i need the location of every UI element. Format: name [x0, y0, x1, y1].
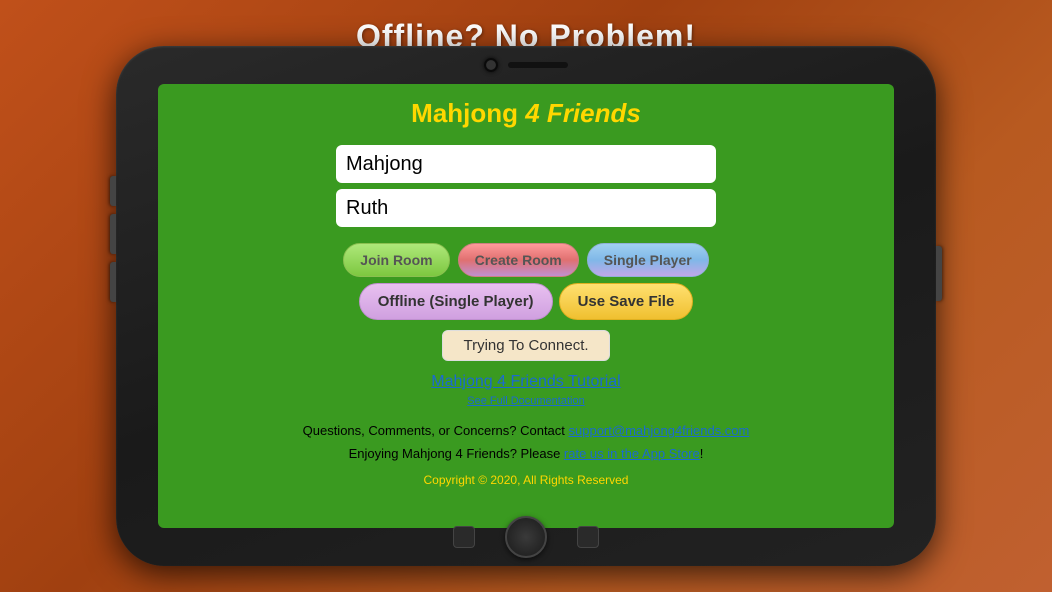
contact-prefix: Questions, Comments, or Concerns? Contac… [303, 423, 569, 438]
support-email-link[interactable]: support@mahjong4friends.com [569, 423, 750, 438]
phone-bottom-area [453, 516, 599, 558]
status-text: Trying To Connect. [463, 337, 588, 354]
player-name-input[interactable] [336, 189, 716, 227]
single-player-button-top[interactable]: Single Player [587, 243, 709, 277]
home-button[interactable] [505, 516, 547, 558]
create-room-button[interactable]: Create Room [458, 243, 579, 277]
game-name-input[interactable] [336, 145, 716, 183]
camera-icon [484, 58, 498, 72]
enjoy-text: Enjoying Mahjong 4 Friends? Please rate … [349, 446, 704, 461]
power-button-right [936, 246, 942, 301]
join-room-button[interactable]: Join Room [343, 243, 449, 277]
app-title-friends: 4 Friends [525, 98, 641, 128]
phone-left-buttons [110, 176, 116, 302]
volume-up-button [110, 214, 116, 254]
phone-body: Mahjong 4 Friends Join Room Create Room … [116, 46, 936, 566]
buttons-row-2: Offline (Single Player) Use Save File [359, 283, 694, 320]
volume-down-button [110, 262, 116, 302]
speaker-icon [508, 62, 568, 68]
buttons-row-1: Join Room Create Room Single Player [343, 243, 708, 277]
contact-text: Questions, Comments, or Concerns? Contac… [303, 423, 750, 438]
app-store-link[interactable]: rate us in the App Store [564, 446, 700, 461]
app-title: Mahjong 4 Friends [411, 98, 641, 129]
phone-top-area [484, 58, 568, 72]
tutorial-link[interactable]: Mahjong 4 Friends Tutorial [431, 373, 620, 391]
status-box: Trying To Connect. [442, 330, 609, 361]
screen-content: Mahjong 4 Friends Join Room Create Room … [158, 84, 894, 528]
enjoy-prefix: Enjoying Mahjong 4 Friends? Please [349, 446, 564, 461]
offline-single-player-button[interactable]: Offline (Single Player) [359, 283, 553, 320]
nav-back-button[interactable] [453, 526, 475, 548]
docs-link[interactable]: See Full Documentation [467, 395, 584, 407]
phone-screen: Mahjong 4 Friends Join Room Create Room … [158, 84, 894, 528]
phone-device: Mahjong 4 Friends Join Room Create Room … [116, 46, 936, 566]
nav-recent-button[interactable] [577, 526, 599, 548]
power-button-left [110, 176, 116, 206]
copyright-text: Copyright © 2020, All Rights Reserved [424, 473, 629, 487]
use-save-file-button[interactable]: Use Save File [559, 283, 694, 320]
enjoy-suffix: ! [700, 446, 704, 461]
app-title-mahjong: Mahjong [411, 98, 525, 128]
